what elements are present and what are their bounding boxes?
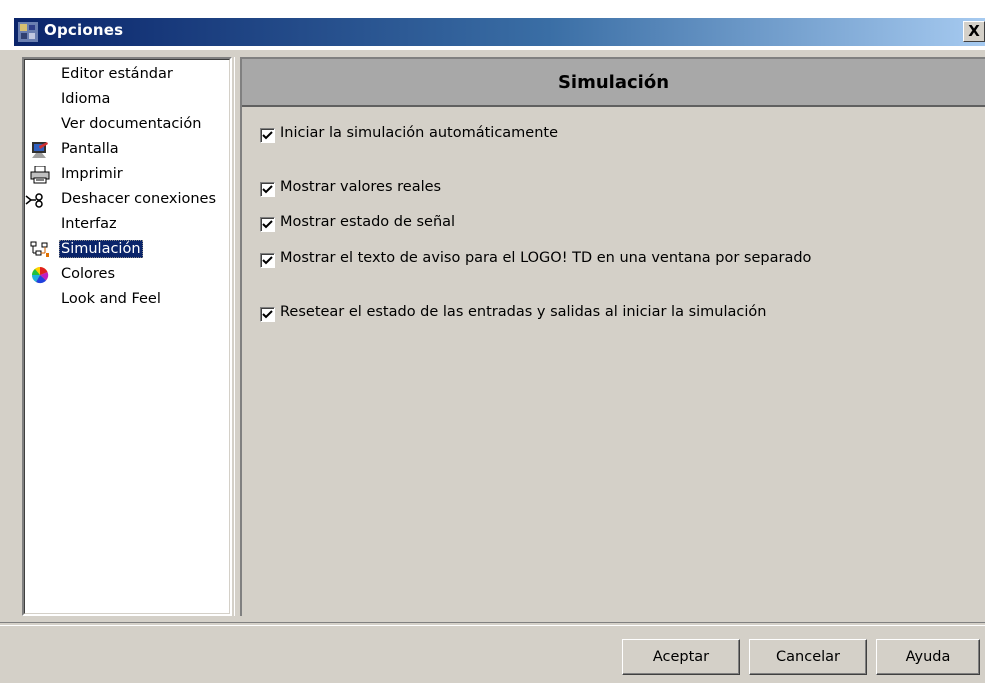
window-title: Opciones — [44, 21, 124, 39]
option-label: Iniciar la simulación automáticamente — [280, 125, 559, 141]
window-titlebar-area: Opciones X — [0, 0, 985, 50]
tree-item-label: Imprimir — [61, 166, 123, 182]
tree-item-label: Deshacer conexiones — [61, 191, 217, 207]
options-category-tree[interactable]: Editor estándar Idioma Ver documentación… — [22, 57, 232, 616]
app-icon — [18, 22, 38, 42]
checkbox[interactable] — [260, 307, 275, 322]
tree-item-label: Pantalla — [61, 141, 119, 157]
window-titlebar[interactable]: Opciones X — [14, 18, 985, 46]
tree-item-label: Simulación — [59, 240, 143, 258]
tree-item-label: Colores — [61, 266, 116, 282]
panel-splitter[interactable] — [234, 57, 239, 616]
option-label: Mostrar estado de señal — [280, 214, 456, 230]
tree-item-label: Look and Feel — [61, 291, 161, 307]
checkbox[interactable] — [260, 253, 275, 268]
bottom-separator — [0, 622, 985, 626]
display-icon — [32, 142, 48, 158]
settings-panel: Simulación Iniciar la simulación automát… — [240, 57, 985, 616]
checkbox[interactable] — [260, 182, 275, 197]
tree-item-label: Editor estándar — [61, 66, 173, 82]
checkbox[interactable] — [260, 128, 275, 143]
check-icon — [262, 310, 273, 319]
check-icon — [262, 185, 273, 194]
option-label: Resetear el estado de las entradas y sal… — [280, 304, 767, 320]
tree-item-label: Idioma — [61, 91, 111, 107]
close-icon: X — [968, 22, 980, 40]
check-icon — [262, 220, 273, 229]
aceptar-button[interactable]: Aceptar — [622, 639, 740, 675]
checkbox[interactable] — [260, 217, 275, 232]
close-button[interactable]: X — [963, 21, 985, 42]
check-icon — [262, 131, 273, 140]
simulation-icon — [30, 241, 49, 257]
panel-header: Simulación — [242, 59, 985, 107]
check-icon — [262, 256, 273, 265]
ayuda-button[interactable]: Ayuda — [876, 639, 980, 675]
panel-title: Simulación — [557, 72, 670, 93]
cancelar-button[interactable]: Cancelar — [749, 639, 867, 675]
printer-icon — [30, 166, 50, 184]
disconnect-icon — [25, 193, 43, 208]
tree-item-label: Ver documentación — [61, 116, 202, 132]
option-label: Mostrar el texto de aviso para el LOGO! … — [280, 250, 812, 266]
tree-item-label: Interfaz — [61, 216, 117, 232]
option-label: Mostrar valores reales — [280, 179, 442, 195]
color-wheel-icon — [31, 266, 49, 284]
tree-frame: Editor estándar Idioma Ver documentación… — [24, 59, 230, 614]
